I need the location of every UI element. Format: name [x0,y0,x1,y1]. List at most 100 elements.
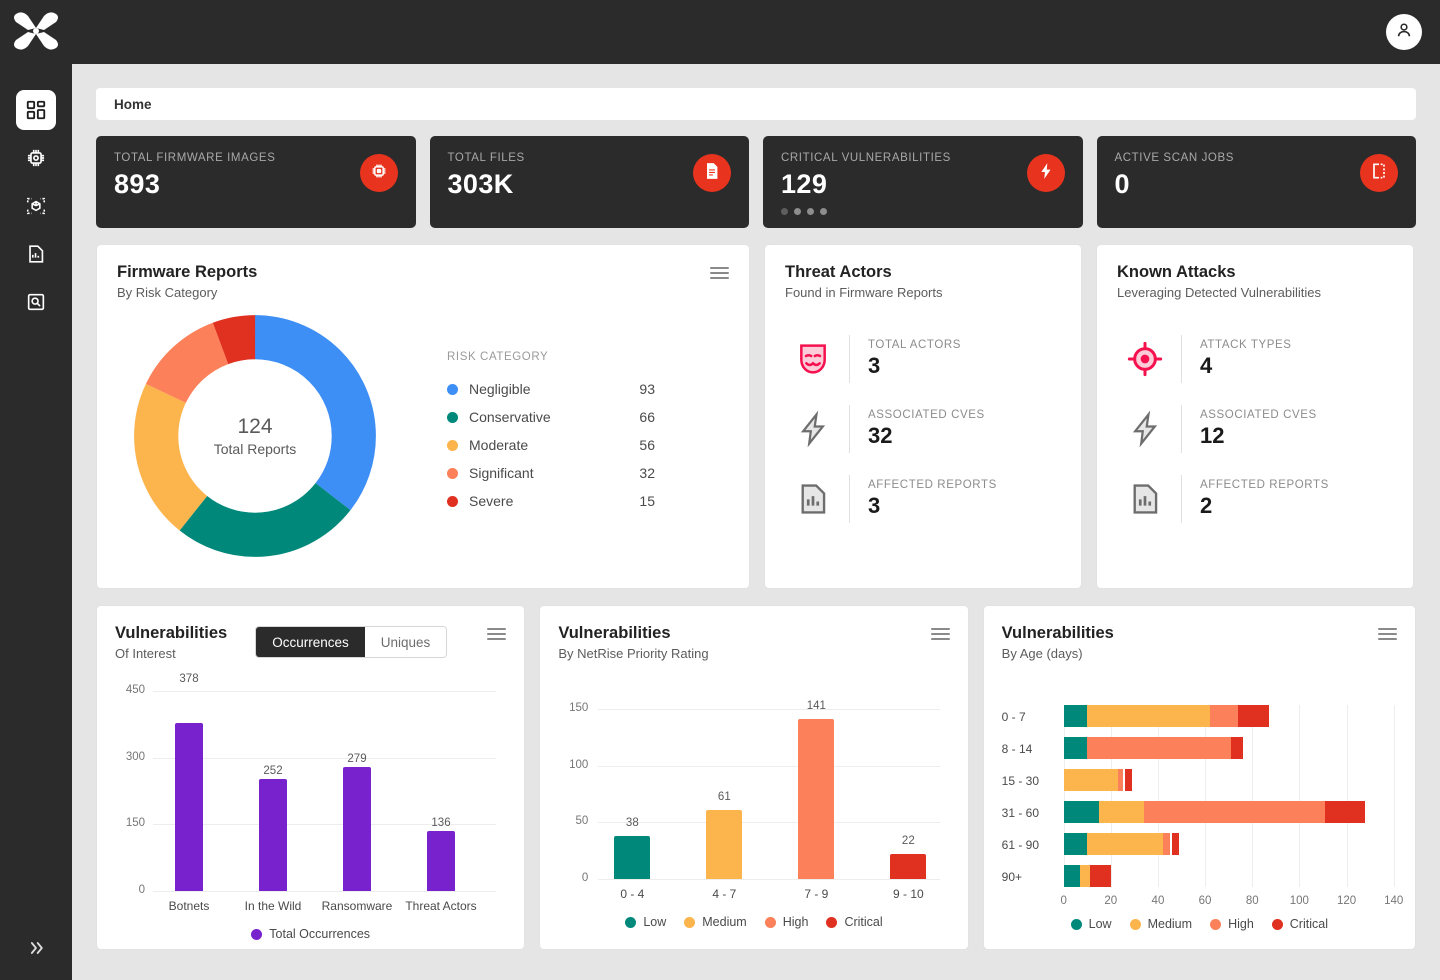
legend-item-significant[interactable]: Significant 32 [447,459,655,487]
stat-label: AFFECTED REPORTS [1200,479,1329,491]
bar-chart-of-interest: 450 300 150 0 378 Botnets 252 In the Wil… [126,673,497,913]
legend-item-high[interactable]: High [764,915,808,929]
segment-critical[interactable] [1089,865,1111,887]
legend-item-low[interactable]: Low [625,915,666,929]
legend-label: Critical [1289,917,1328,931]
panel-title: Vulnerabilities [115,624,228,642]
legend-item-critical[interactable]: Critical [1271,917,1328,931]
segment-low[interactable] [1063,865,1081,887]
bar-9-10[interactable] [890,854,927,879]
carousel-dots[interactable] [781,208,1065,215]
segment-high[interactable] [1143,801,1326,823]
legend-item-medium[interactable]: Medium [1129,917,1192,931]
segment-low[interactable] [1063,705,1088,727]
legend-item-total-occurrences[interactable]: Total Occurrences [251,927,370,941]
chip-icon [369,161,389,186]
legend-item-conservative[interactable]: Conservative 66 [447,403,655,431]
sidebar-item-firmware[interactable] [16,138,56,178]
carousel-dot[interactable] [820,208,827,215]
legend-color-dot [447,439,458,451]
breadcrumb-current[interactable]: Home [114,97,152,112]
segment-low[interactable] [1063,737,1088,759]
kpi-label: TOTAL FILES [447,152,525,164]
gridline [153,757,497,759]
netrise-logo[interactable] [0,0,72,64]
user-avatar-icon [1394,20,1414,45]
sidebar-item-search[interactable] [16,282,56,322]
gridline [1205,705,1207,887]
chart-legend: Low Medium High Critical [1002,917,1397,931]
carousel-dot[interactable] [794,208,801,215]
segment-medium[interactable] [1087,705,1210,727]
bar-in-the-wild[interactable] [259,779,287,891]
segment-medium[interactable] [1063,769,1118,791]
page-title: Firmware Reports [117,263,258,281]
legend-color-dot [1271,918,1283,930]
bar-value-7-9: 141 [806,700,826,712]
segment-high[interactable] [1087,737,1232,759]
toggle-occurrences[interactable]: Occurrences [256,627,365,657]
bar-4-7[interactable] [706,810,743,879]
segment-critical[interactable] [1171,833,1180,855]
segment-medium[interactable] [1099,801,1144,823]
stat-value: 3 [868,353,881,378]
kpi-card-total-firmware-images[interactable]: TOTAL FIRMWARE IMAGES 893 [96,136,416,228]
segment-high[interactable] [1162,833,1170,855]
segment-medium[interactable] [1080,865,1090,887]
sidebar-collapse-toggle[interactable] [16,930,56,970]
legend-color-dot [764,916,776,928]
segment-medium[interactable] [1087,833,1163,855]
stat-list: ATTACK TYPES 4 ASSOCIATED CVES 12 AFFECT… [1117,324,1393,534]
hamburger-menu-icon[interactable] [930,628,950,640]
stat-value: 3 [868,493,881,518]
kpi-card-total-files[interactable]: TOTAL FILES 303K [429,136,749,228]
legend-item-negligible[interactable]: Negligible 93 [447,375,655,403]
legend-item-low[interactable]: Low [1070,917,1112,931]
segment-critical[interactable] [1325,801,1366,823]
legend-item-medium[interactable]: Medium [684,915,747,929]
sidebar-item-dashboard[interactable] [16,90,56,130]
segment-high[interactable] [1209,705,1239,727]
legend-value: 56 [639,437,655,453]
sidebar-item-reports[interactable] [16,234,56,274]
segment-critical[interactable] [1238,705,1269,727]
hamburger-menu-icon[interactable] [487,628,507,640]
segment-low[interactable] [1063,801,1100,823]
legend-item-severe[interactable]: Severe 15 [447,487,655,515]
segment-critical[interactable] [1124,769,1133,791]
divider [1181,405,1182,453]
donut-chart-body: 124 Total Reports RISK CATEGORY Negligib… [117,306,729,566]
bar-7-9[interactable] [798,719,835,879]
chip-icon [25,147,47,169]
user-avatar[interactable] [1386,14,1422,50]
legend-value: 66 [639,409,655,425]
bar-threat-actors[interactable] [427,831,455,891]
y-axis-tick: 0 [138,884,145,896]
bar-ransomware[interactable] [343,767,371,891]
kpi-card-active-scan-jobs[interactable]: ACTIVE SCAN JOBS 0 [1096,136,1416,228]
kpi-card-critical-vulnerabilities[interactable]: CRITICAL VULNERABILITIES 129 [763,136,1083,228]
donut-chart: 124 Total Reports [125,306,385,566]
x-axis-tick: 100 [1289,895,1309,907]
legend-header: RISK CATEGORY [447,351,549,363]
x-axis-tick: 20 [1104,895,1118,907]
segment-low[interactable] [1063,833,1088,855]
panel-known-attacks: Known Attacks Leveraging Detected Vulner… [1096,244,1414,589]
carousel-dot[interactable] [781,208,788,215]
hamburger-menu-icon[interactable] [710,267,729,279]
sidebar-item-artifacts[interactable] [16,186,56,226]
panel-vulnerabilities-of-interest: Vulnerabilities Of Interest Occurrences … [96,605,526,950]
legend-item-moderate[interactable]: Moderate 56 [447,431,655,459]
legend-color-dot [447,411,458,423]
segment-critical[interactable] [1231,737,1243,759]
segment-high[interactable] [1117,769,1123,791]
bar-0-4[interactable] [614,836,651,879]
carousel-dot[interactable] [807,208,814,215]
legend-item-high[interactable]: High [1210,917,1254,931]
toggle-uniques[interactable]: Uniques [364,627,447,657]
legend-item-critical[interactable]: Critical [826,915,883,929]
legend-color-dot [447,383,458,395]
hamburger-menu-icon[interactable] [1377,628,1397,640]
legend-value: 93 [639,381,655,397]
bar-botnets[interactable] [175,723,203,891]
